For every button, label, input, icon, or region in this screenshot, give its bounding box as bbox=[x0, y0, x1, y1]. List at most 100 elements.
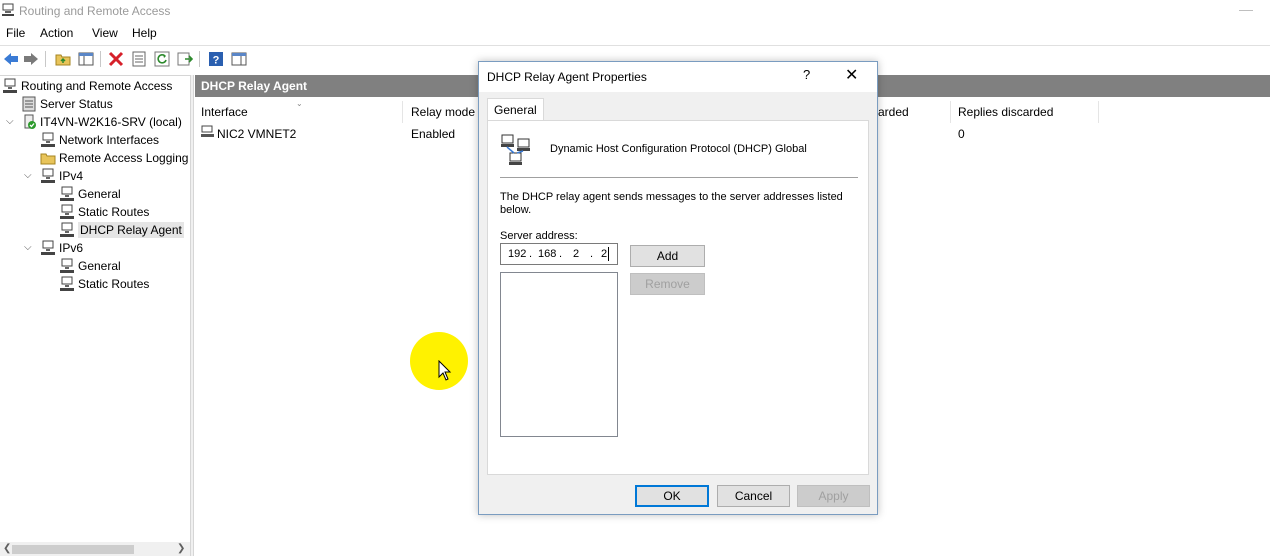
ip-octet-2[interactable]: 168 bbox=[538, 248, 556, 260]
remove-button[interactable]: Remove bbox=[630, 273, 705, 295]
window-title: Routing and Remote Access bbox=[19, 4, 171, 18]
network-interfaces-icon bbox=[40, 132, 56, 148]
scroll-left-icon[interactable]: ❮ bbox=[3, 543, 11, 554]
ip-dot: . bbox=[529, 248, 533, 260]
tree-item-server-status[interactable]: Server Status bbox=[21, 95, 113, 113]
tree-label: Remote Access Logging bbox=[59, 151, 189, 165]
routing-icon bbox=[2, 78, 18, 94]
scroll-thumb[interactable] bbox=[12, 545, 134, 554]
console-tree: Routing and Remote Access Server Status … bbox=[0, 75, 190, 556]
dhcp-relay-properties-dialog: DHCP Relay Agent Properties ? ✕ General bbox=[478, 61, 878, 515]
tree-item-ipv6[interactable]: IPv6 bbox=[40, 239, 83, 257]
tree-item-ipv4-static-routes[interactable]: Static Routes bbox=[59, 203, 149, 221]
column-interface[interactable]: Interface bbox=[201, 105, 248, 119]
tree-label: Routing and Remote Access bbox=[21, 79, 173, 93]
properties-icon[interactable] bbox=[130, 50, 148, 68]
dialog-heading: Dynamic Host Configuration Protocol (DHC… bbox=[550, 143, 807, 155]
tree-label: General bbox=[78, 187, 121, 201]
tree-label: IT4VN-W2K16-SRV (local) bbox=[40, 115, 182, 129]
pane-splitter[interactable] bbox=[190, 75, 194, 556]
help-icon[interactable]: ? bbox=[207, 50, 225, 68]
show-hide-tree-icon[interactable] bbox=[77, 50, 95, 68]
server-address-input[interactable]: 192 . 168 . 2 . 2 bbox=[500, 243, 618, 265]
collapse-chevron-icon[interactable]: ⌵ bbox=[24, 171, 34, 181]
column-relay-mode[interactable]: Relay mode bbox=[411, 105, 475, 119]
tree-label: IPv4 bbox=[59, 169, 84, 183]
forward-arrow-icon[interactable] bbox=[22, 50, 40, 68]
server-address-label: Server address: bbox=[500, 230, 578, 242]
dialog-help-button[interactable]: ? bbox=[803, 67, 810, 82]
tree-label: Static Routes bbox=[78, 277, 150, 291]
ip-dot: . bbox=[590, 248, 594, 260]
column-replies-discarded[interactable]: Replies discarded bbox=[958, 105, 1053, 119]
dialog-title: DHCP Relay Agent Properties bbox=[487, 70, 647, 84]
description-text: The DHCP relay agent sends messages to t… bbox=[500, 191, 843, 216]
sort-chevron-icon: ⌄ bbox=[296, 99, 303, 108]
add-button[interactable]: Add bbox=[630, 245, 705, 267]
tree-item-ipv6-static-routes[interactable]: Static Routes bbox=[59, 275, 149, 293]
back-arrow-icon[interactable] bbox=[2, 50, 20, 68]
apply-button[interactable]: Apply bbox=[797, 485, 870, 507]
tree-item-remote-access-logging[interactable]: Remote Access Logging bbox=[40, 149, 188, 167]
cancel-button[interactable]: Cancel bbox=[717, 485, 790, 507]
mmc-window: Routing and Remote Access — File Action … bbox=[0, 0, 1270, 556]
scroll-right-icon[interactable]: ❯ bbox=[177, 543, 185, 554]
menu-bar: File Action View Help bbox=[0, 22, 1270, 44]
tree-item-root[interactable]: Routing and Remote Access bbox=[2, 77, 172, 95]
ip-octet-1[interactable]: 192 bbox=[508, 248, 526, 260]
tree-label: Server Status bbox=[40, 97, 113, 111]
server-address-list[interactable] bbox=[500, 272, 618, 437]
column-requests-discarded[interactable]: arded bbox=[878, 105, 909, 119]
collapse-chevron-icon[interactable]: ⌵ bbox=[6, 117, 16, 127]
tree-label: IPv6 bbox=[59, 241, 84, 255]
column-divider[interactable] bbox=[950, 101, 951, 123]
menu-file[interactable]: File bbox=[6, 26, 25, 40]
refresh-icon[interactable] bbox=[153, 50, 171, 68]
tree-item-dhcp-relay-agent[interactable]: DHCP Relay Agent bbox=[59, 221, 184, 239]
mouse-cursor-icon bbox=[438, 359, 452, 382]
cell-replies-discarded: 0 bbox=[958, 127, 965, 141]
interface-icon bbox=[200, 125, 216, 142]
tab-general[interactable]: General bbox=[487, 98, 544, 122]
tree-label: Static Routes bbox=[78, 205, 150, 219]
show-action-pane-icon[interactable] bbox=[230, 50, 248, 68]
static-routes-icon bbox=[59, 204, 75, 220]
dialog-close-button[interactable]: ✕ bbox=[845, 65, 858, 85]
menu-action[interactable]: Action bbox=[40, 26, 73, 40]
tree-item-ipv6-general[interactable]: General bbox=[59, 257, 121, 275]
cell-interface: NIC2 VMNET2 bbox=[217, 127, 297, 141]
svg-text:?: ? bbox=[213, 55, 220, 67]
dhcp-network-icon bbox=[500, 133, 534, 167]
toolbar-separator bbox=[100, 51, 101, 67]
menu-view[interactable]: View bbox=[92, 26, 118, 40]
ok-button[interactable]: OK bbox=[635, 485, 709, 507]
ip-octet-3[interactable]: 2 bbox=[573, 248, 579, 260]
column-divider[interactable] bbox=[1098, 101, 1099, 123]
ipv4-icon bbox=[40, 168, 56, 184]
routing-app-icon bbox=[1, 3, 15, 17]
column-divider[interactable] bbox=[402, 101, 403, 123]
menu-help[interactable]: Help bbox=[132, 26, 157, 40]
up-folder-icon[interactable] bbox=[54, 50, 72, 68]
dialog-titlebar[interactable]: DHCP Relay Agent Properties ? ✕ bbox=[479, 62, 877, 92]
tree-label: DHCP Relay Agent bbox=[78, 222, 184, 238]
tree-horizontal-scrollbar[interactable]: ❮ ❯ bbox=[0, 542, 190, 556]
general-icon bbox=[59, 186, 75, 202]
collapse-chevron-icon[interactable]: ⌵ bbox=[24, 243, 34, 253]
general-tab-panel: Dynamic Host Configuration Protocol (DHC… bbox=[487, 120, 869, 475]
title-bar: Routing and Remote Access — bbox=[0, 0, 1270, 22]
ip-octet-4[interactable]: 2 bbox=[601, 248, 607, 260]
general-icon bbox=[59, 258, 75, 274]
export-list-icon[interactable] bbox=[176, 50, 194, 68]
tree-item-ipv4-general[interactable]: General bbox=[59, 185, 121, 203]
minimize-button[interactable]: — bbox=[1238, 2, 1254, 18]
tree-item-server[interactable]: IT4VN-W2K16-SRV (local) bbox=[21, 113, 182, 131]
tree-label: Network Interfaces bbox=[59, 133, 160, 147]
tree-item-ipv4[interactable]: IPv4 bbox=[40, 167, 83, 185]
delete-icon[interactable] bbox=[107, 50, 125, 68]
ip-dot: . bbox=[559, 248, 563, 260]
toolbar-separator bbox=[45, 51, 46, 67]
folder-icon bbox=[40, 150, 56, 166]
cell-relay-mode: Enabled bbox=[411, 127, 456, 141]
tree-item-network-interfaces[interactable]: Network Interfaces bbox=[40, 131, 159, 149]
